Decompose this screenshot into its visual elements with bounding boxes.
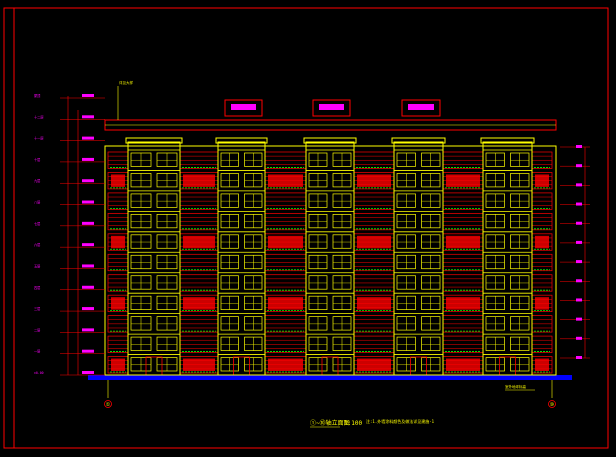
level-marker (82, 94, 94, 97)
recess-fill (268, 174, 303, 187)
level-tag: 一层 (34, 349, 40, 354)
recess-fill (357, 235, 391, 249)
level-tag: 十二层 (34, 114, 44, 119)
entry-door (233, 356, 250, 376)
dim-marker-right (576, 202, 582, 206)
level-marker (82, 157, 94, 161)
grid-bubble-right-label: ⑩ (550, 402, 555, 408)
level-marker (82, 307, 94, 311)
entry-door (321, 356, 339, 376)
level-marker (82, 371, 94, 374)
bay-column-4 (393, 141, 444, 376)
level-tag: 十层 (34, 157, 40, 162)
recess-fill (357, 358, 391, 371)
roof-tower-band-2 (319, 104, 344, 110)
level-tag: 四层 (34, 285, 40, 290)
recess-fill (111, 174, 125, 187)
recess-fill (446, 358, 480, 371)
dim-marker-right (576, 240, 582, 244)
level-tag: 九层 (34, 178, 40, 183)
dim-marker-right (576, 164, 582, 168)
level-marker (82, 243, 94, 247)
level-marker (82, 264, 94, 268)
cad-viewport[interactable]: ①~⑩轴立面图 1:100 注:1.外墙涂料颜色及做法详见建施-1 详见大样 室… (0, 0, 616, 457)
dim-marker-right (576, 183, 582, 187)
level-tag: 八层 (34, 200, 40, 205)
drawing-note: 注:1.外墙涂料颜色及做法详见建施-1 (366, 418, 435, 424)
drawing-scale: 1:100 (344, 420, 362, 427)
roof-tower-band-3 (408, 104, 434, 110)
dim-marker-right (576, 336, 582, 340)
roof-tower-band-1 (231, 104, 256, 110)
recess-fill (268, 358, 303, 371)
elevation-drawing: ①~⑩轴立面图 1:100 注:1.外墙涂料颜色及做法详见建施-1 详见大样 室… (3, 7, 609, 449)
callout-top-left: 详见大样 (119, 80, 133, 85)
recess-fill (111, 235, 125, 249)
recess-fill (111, 297, 125, 310)
recess-fill (535, 297, 549, 310)
level-marker (82, 179, 94, 183)
recess-fill (183, 174, 215, 187)
recess-fill (183, 235, 215, 249)
recess-fill (535, 235, 549, 249)
level-marker (82, 136, 94, 140)
level-marker (82, 349, 94, 353)
dim-marker-right (576, 298, 582, 302)
recess-fill (183, 297, 215, 310)
entry-door (499, 356, 516, 376)
dim-marker-right (576, 317, 582, 321)
level-tag: 六层 (34, 242, 40, 247)
dim-marker-right (576, 221, 582, 225)
level-tag: ±0.00 (34, 371, 44, 375)
grid-bubble-left-label: ① (106, 402, 111, 408)
callout-bottom-right: 室外地坪标高 (505, 384, 526, 389)
bay-column-2 (217, 141, 266, 376)
recess-fill (357, 297, 391, 310)
level-tag: 七层 (34, 221, 40, 226)
building-elevation (88, 99, 572, 380)
dim-marker-right (576, 145, 582, 148)
entry-door (410, 356, 427, 376)
ground-line (88, 375, 572, 380)
level-tag: 十一层 (34, 136, 44, 141)
bay-column-3 (305, 141, 355, 376)
recess-fill (357, 174, 391, 187)
level-marker (82, 285, 94, 289)
recess-fill (268, 235, 303, 249)
dim-marker-right (576, 260, 582, 264)
level-tag: 二层 (34, 327, 40, 332)
level-tag: 五层 (34, 263, 40, 268)
recess-fill (446, 174, 480, 187)
dim-marker-right (576, 279, 582, 283)
level-marker (82, 200, 94, 204)
entry-door (145, 356, 163, 376)
recess-fill (111, 358, 125, 371)
recess-fill (268, 297, 303, 310)
recess-fill (535, 358, 549, 371)
recess-fill (183, 358, 215, 371)
level-tag: 屋顶 (34, 93, 41, 98)
level-tag: 三层 (34, 306, 40, 311)
building-outline (104, 145, 557, 376)
dim-marker-right (576, 356, 582, 359)
level-marker (82, 115, 94, 119)
recess-fill (535, 174, 549, 187)
level-marker (82, 221, 94, 225)
bay-column-1 (127, 141, 181, 376)
level-marker (82, 328, 94, 332)
recess-fill (446, 297, 480, 310)
recess-fill (446, 235, 480, 249)
bay-column-5 (482, 141, 533, 376)
